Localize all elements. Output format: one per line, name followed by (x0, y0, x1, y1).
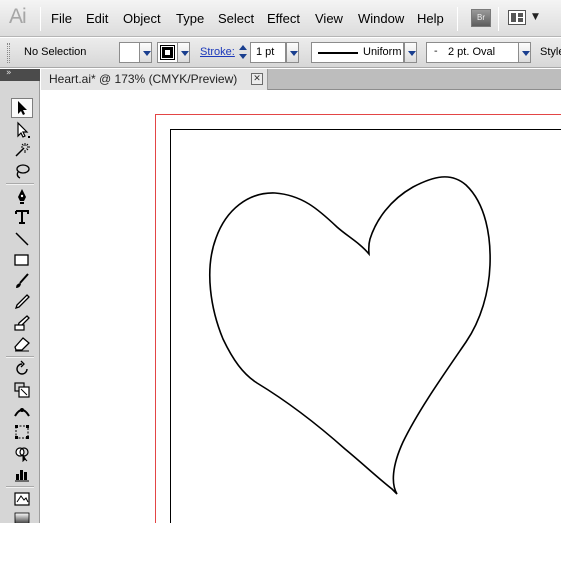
heart-outline[interactable] (208, 176, 491, 495)
heart-path[interactable] (0, 0, 561, 562)
window-bottom-area (0, 523, 561, 562)
